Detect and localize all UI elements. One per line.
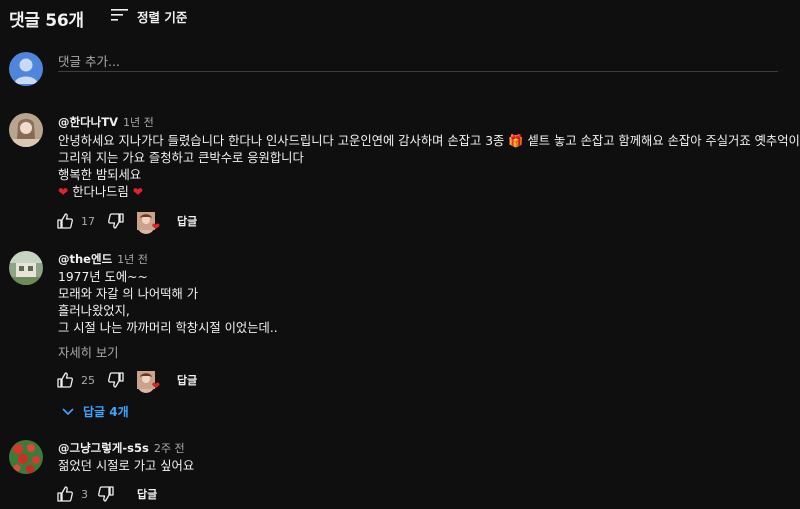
- heart-icon: ❤: [132, 185, 144, 199]
- creator-heart-icon: ❤: [137, 371, 160, 393]
- reply-button[interactable]: 답글: [137, 486, 157, 502]
- comment-line: 행복한 밤되세요: [58, 168, 142, 182]
- comment-thread: [9, 440, 43, 474]
- comment-line: 1977년 도에~~: [58, 270, 148, 284]
- reply-button[interactable]: 답글: [177, 213, 197, 229]
- comment-line: 그 시절 나는 까까머리 학창시절 이었는데..: [58, 321, 278, 335]
- add-comment-field[interactable]: [58, 51, 778, 72]
- comment-actions: 25 ❤ 답글: [56, 371, 197, 393]
- comment-line: 안녕하세요 지나가다 들렸습니다 한다나 인사드립니다 고운인연에 감사하며 손…: [58, 134, 800, 148]
- comment-time[interactable]: 2주 전: [154, 440, 185, 456]
- comment-thread: [9, 251, 43, 285]
- replies-count-label: 답글 4개: [83, 405, 129, 419]
- comment-author[interactable]: @한다나TV: [58, 114, 118, 130]
- sort-icon: [111, 7, 128, 26]
- like-count: 3: [81, 487, 88, 501]
- user-avatar-icon: [9, 52, 43, 86]
- comment-text: 1977년 도에~~ 모래와 자갈 의 나어떡해 가 흘러나왔었지, 그 시절 …: [58, 269, 278, 337]
- reply-button[interactable]: 답글: [177, 372, 197, 388]
- comment-text: 젊었던 시절로 가고 싶어요: [58, 458, 194, 475]
- comment-line: 흘러나왔었지,: [58, 304, 130, 318]
- read-more-link[interactable]: 자세히 보기: [58, 343, 118, 361]
- thumbs-down-icon[interactable]: [107, 371, 125, 389]
- sort-label: 정렬 기준: [137, 10, 188, 25]
- like-count: 17: [81, 214, 95, 228]
- comment-author[interactable]: @그냥그렇게-s5s: [58, 440, 149, 456]
- show-replies-button[interactable]: 답글 4개: [61, 402, 129, 421]
- comment-line: ❤ 한다나드림 ❤: [58, 184, 800, 201]
- like-count: 25: [81, 373, 95, 387]
- comment-author[interactable]: @the엔드: [58, 251, 112, 267]
- chevron-down-icon: [61, 402, 75, 421]
- comment-line: 그리워 지는 가요 즐청하고 큰박수로 응원합니다: [58, 151, 304, 165]
- comment-header: @the엔드 1년 전: [58, 251, 148, 267]
- comment-time[interactable]: 1년 전: [123, 114, 154, 130]
- comment-actions: 17 ❤ 답글: [56, 212, 197, 234]
- comment-actions: 3 답글: [56, 485, 157, 503]
- comment-thread: [9, 113, 43, 147]
- heart-icon: ❤: [58, 185, 69, 199]
- thumbs-up-icon[interactable]: [56, 371, 74, 389]
- thumbs-down-icon[interactable]: [107, 212, 125, 230]
- thumbs-up-icon[interactable]: [56, 485, 74, 503]
- comment-header: @한다나TV 1년 전: [58, 114, 154, 130]
- sort-button[interactable]: 정렬 기준: [111, 7, 187, 26]
- commenter-avatar[interactable]: [9, 251, 43, 285]
- comment-time[interactable]: 1년 전: [117, 251, 148, 267]
- commenter-avatar[interactable]: [9, 113, 43, 147]
- comment-line-text: 한다나드림: [72, 185, 129, 199]
- comment-text: 안녕하세요 지나가다 들렸습니다 한다나 인사드립니다 고운인연에 감사하며 손…: [58, 133, 800, 201]
- comment-line: 모래와 자갈 의 나어떡해 가: [58, 287, 199, 301]
- comment-header: @그냥그렇게-s5s 2주 전: [58, 440, 185, 456]
- creator-heart-icon: ❤: [137, 212, 160, 234]
- thumbs-up-icon[interactable]: [56, 212, 74, 230]
- thumbs-down-icon[interactable]: [97, 485, 115, 503]
- comment-line: 젊었던 시절로 가고 싶어요: [58, 459, 195, 473]
- comments-count-title: 댓글 56개: [9, 11, 84, 31]
- commenter-avatar[interactable]: [9, 440, 43, 474]
- add-comment-input[interactable]: [58, 52, 778, 71]
